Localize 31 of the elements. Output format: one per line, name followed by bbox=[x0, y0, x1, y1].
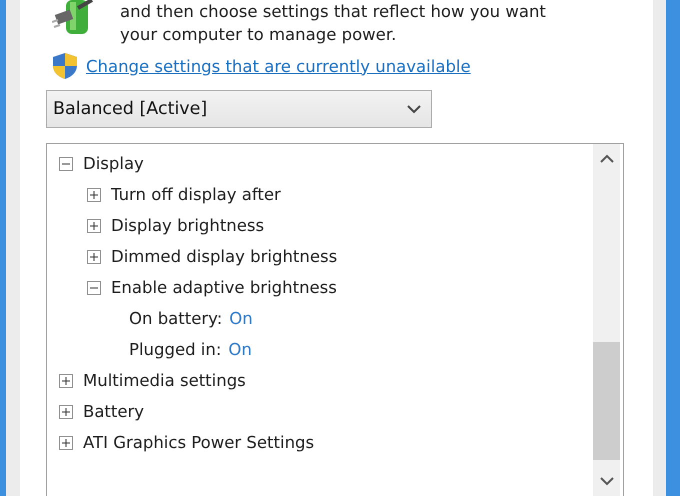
tree-item[interactable]: Battery bbox=[83, 402, 144, 421]
description-text: and then choose settings that reflect how you want bbox=[120, 1, 546, 23]
tree-item[interactable]: Enable adaptive brightness bbox=[111, 278, 337, 297]
expand-icon[interactable] bbox=[87, 218, 101, 232]
expand-icon[interactable] bbox=[59, 374, 73, 388]
shield-icon bbox=[52, 52, 78, 80]
tree-item[interactable]: Display bbox=[83, 154, 144, 173]
tree-item[interactable]: ATI Graphics Power Settings bbox=[83, 433, 314, 452]
scroll-up-icon[interactable] bbox=[600, 154, 614, 164]
collapse-icon[interactable] bbox=[87, 280, 101, 294]
plan-dropdown[interactable]: Balanced [Active] bbox=[46, 90, 432, 128]
tree-item[interactable]: Turn off display after bbox=[111, 185, 281, 204]
scrollbar-thumb[interactable] bbox=[593, 342, 620, 460]
description-text: your computer to manage power. bbox=[120, 24, 398, 46]
collapse-icon[interactable] bbox=[59, 156, 73, 170]
expand-icon[interactable] bbox=[87, 188, 101, 202]
expand-icon[interactable] bbox=[87, 250, 101, 264]
change-settings-link[interactable]: Change settings that are currently unavailable bbox=[86, 56, 471, 76]
setting-value[interactable]: On bbox=[229, 309, 253, 328]
setting-label: Plugged in: bbox=[129, 340, 222, 359]
scroll-down-icon[interactable] bbox=[600, 476, 614, 486]
expand-icon[interactable] bbox=[59, 436, 73, 450]
scrollbar[interactable] bbox=[593, 144, 620, 496]
tree-item[interactable]: Display brightness bbox=[111, 216, 264, 235]
expand-icon[interactable] bbox=[59, 404, 73, 418]
caret-icon bbox=[407, 104, 421, 114]
tree-item[interactable]: Dimmed display brightness bbox=[111, 247, 338, 266]
setting-label: On battery: bbox=[129, 309, 222, 328]
setting-value[interactable]: On bbox=[228, 340, 252, 359]
battery-plug-icon bbox=[52, 0, 96, 34]
tree-item[interactable]: Multimedia settings bbox=[83, 371, 246, 390]
